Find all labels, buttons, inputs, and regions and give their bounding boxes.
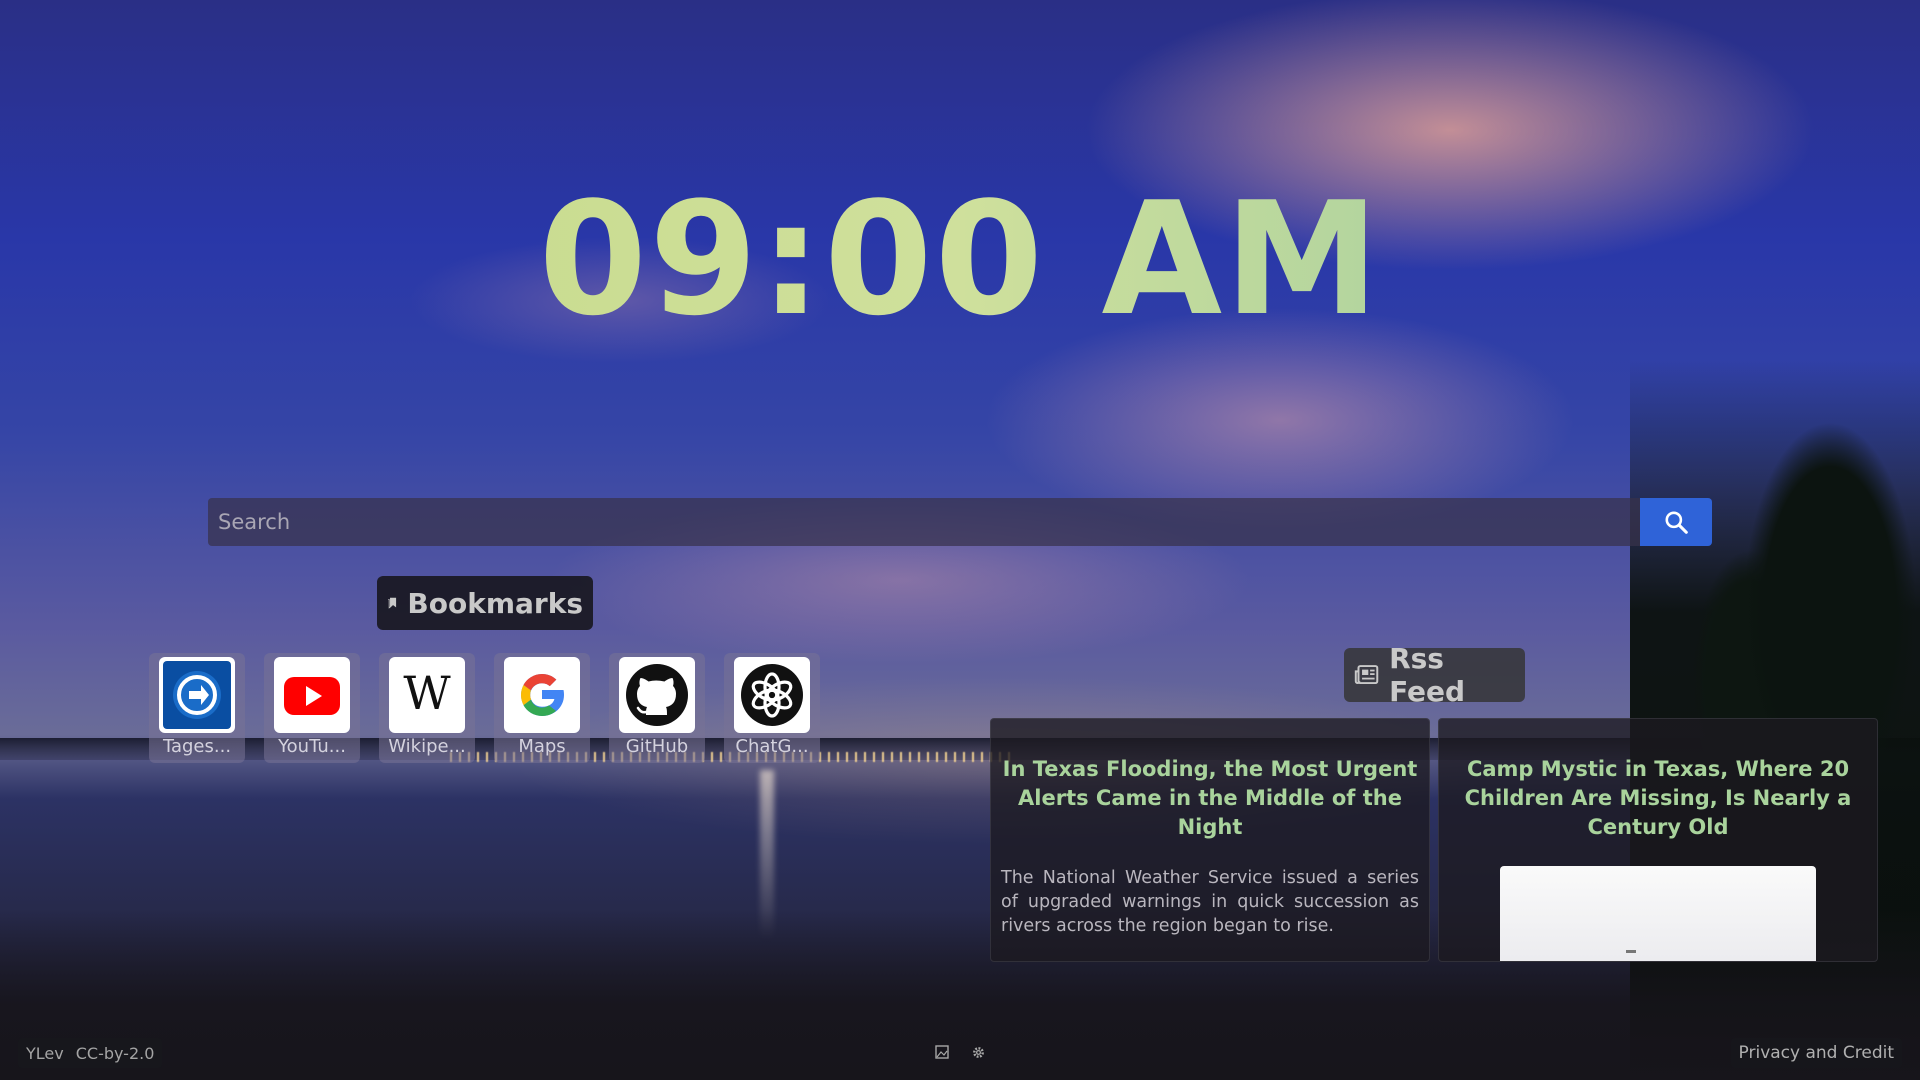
rss-item-title[interactable]: In Texas Flooding, the Most Urgent Alert… bbox=[1001, 755, 1419, 842]
rss-item[interactable]: In Texas Flooding, the Most Urgent Alert… bbox=[990, 718, 1430, 962]
bookmark-wikipedia[interactable]: W Wikipe... bbox=[379, 653, 475, 763]
bookmark-github[interactable]: GitHub bbox=[609, 653, 705, 763]
search-input[interactable] bbox=[208, 498, 1640, 546]
bookmark-label: Tages... bbox=[162, 736, 232, 757]
bookmark-icon bbox=[388, 597, 397, 609]
newspaper-icon bbox=[1354, 665, 1379, 685]
svg-text:W: W bbox=[403, 666, 451, 720]
rss-item-image bbox=[1500, 866, 1816, 961]
image-icon[interactable] bbox=[934, 1044, 950, 1060]
search-icon bbox=[1665, 511, 1688, 534]
rss-item[interactable]: Camp Mystic in Texas, Where 20 Children … bbox=[1438, 718, 1878, 962]
google-icon bbox=[504, 657, 580, 733]
tagesschau-icon bbox=[159, 657, 235, 733]
chatgpt-icon bbox=[734, 657, 810, 733]
bookmark-youtube[interactable]: YouTu... bbox=[264, 653, 360, 763]
bookmark-chatgpt[interactable]: ChatG... bbox=[724, 653, 820, 763]
bookmark-label: GitHub bbox=[625, 736, 689, 757]
rss-item-title[interactable]: Camp Mystic in Texas, Where 20 Children … bbox=[1449, 755, 1867, 842]
github-icon bbox=[619, 657, 695, 733]
bookmarks-title: Bookmarks bbox=[407, 586, 583, 620]
bookmark-maps[interactable]: Maps bbox=[494, 653, 590, 763]
privacy-credit-link[interactable]: Privacy and Credit bbox=[1730, 1038, 1902, 1068]
bookmark-label: Wikipe... bbox=[388, 736, 466, 757]
youtube-icon bbox=[274, 657, 350, 733]
clock-display: 09:00 AM bbox=[0, 168, 1920, 350]
search-bar bbox=[208, 498, 1712, 546]
footer-controls bbox=[934, 1044, 986, 1060]
bookmark-label: Maps bbox=[518, 736, 566, 757]
bookmark-label: YouTu... bbox=[278, 736, 346, 757]
bookmark-tagesschau[interactable]: Tages... bbox=[149, 653, 245, 763]
rss-title: Rss Feed bbox=[1389, 642, 1466, 708]
bookmark-label: ChatG... bbox=[735, 736, 809, 757]
rss-item-description: The National Weather Service issued a se… bbox=[1001, 868, 1419, 936]
wikipedia-icon: W bbox=[389, 657, 465, 733]
credit-license-link[interactable]: CC-by-2.0 bbox=[76, 1044, 155, 1063]
bookmarks-heading: Bookmarks bbox=[377, 576, 593, 630]
search-button[interactable] bbox=[1640, 498, 1712, 546]
gear-icon[interactable] bbox=[970, 1044, 986, 1060]
credit-author-link[interactable]: YLev bbox=[26, 1044, 64, 1063]
photo-credit: YLev CC-by-2.0 bbox=[18, 1038, 163, 1068]
bookmarks-list: Tages... YouTu... W Wikipe... Maps GitHu… bbox=[149, 653, 820, 763]
rss-heading: Rss Feed bbox=[1344, 642, 1525, 708]
